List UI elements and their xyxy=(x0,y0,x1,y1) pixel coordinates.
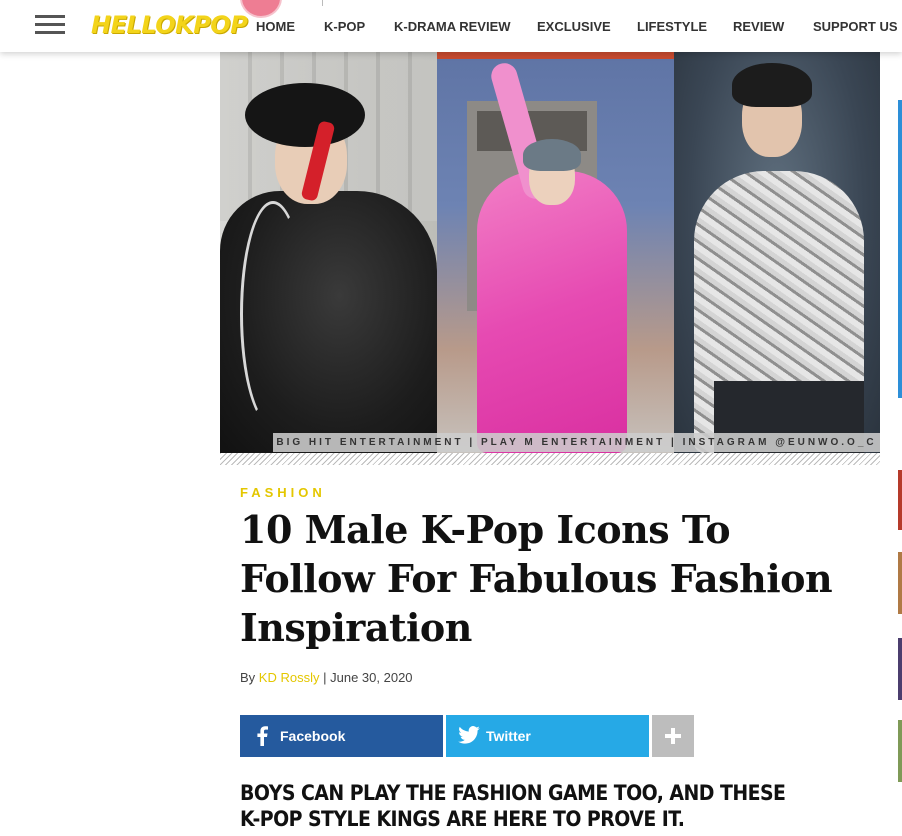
byline: By KD Rossly | June 30, 2020 xyxy=(240,670,413,685)
category-label[interactable]: FASHION xyxy=(240,485,326,500)
facebook-share-button[interactable]: Facebook xyxy=(240,715,443,757)
image-credit: BIG HIT ENTERTAINMENT | PLAY M ENTERTAIN… xyxy=(273,433,880,452)
sidebar-ad[interactable] xyxy=(898,100,902,398)
twitter-share-label: Twitter xyxy=(486,728,531,744)
sidebar-thumbnail[interactable] xyxy=(898,638,902,700)
hero-photo-right xyxy=(674,41,880,453)
site-header: HELLOKPOP HOME K-POP K-DRAMA REVIEW EXCL… xyxy=(0,0,902,52)
divider xyxy=(322,0,323,6)
main-nav: HOME K-POP K-DRAMA REVIEW EXCLUSIVE LIFE… xyxy=(0,19,902,35)
nav-item-lifestyle[interactable]: LIFESTYLE xyxy=(637,19,707,34)
nav-item-exclusive[interactable]: EXCLUSIVE xyxy=(537,19,611,34)
nav-item-support-us[interactable]: SUPPORT US xyxy=(813,19,898,34)
article-lead: BOYS CAN PLAY THE FASHION GAME TOO, AND … xyxy=(240,781,786,831)
byline-prefix: By xyxy=(240,670,256,685)
sidebar-thumbnail[interactable] xyxy=(898,552,902,614)
facebook-share-label: Facebook xyxy=(280,728,346,744)
twitter-icon xyxy=(458,726,480,747)
byline-separator: | xyxy=(323,670,327,685)
twitter-share-button[interactable]: Twitter xyxy=(446,715,649,757)
divider xyxy=(220,453,880,465)
sidebar-thumbnail[interactable] xyxy=(898,720,902,782)
author-link[interactable]: KD Rossly xyxy=(259,670,320,685)
nav-item-kpop[interactable]: K-POP xyxy=(324,19,365,34)
hero-photo-middle xyxy=(437,41,674,453)
hero-photo-left xyxy=(220,41,437,453)
nav-item-review[interactable]: REVIEW xyxy=(733,19,784,34)
facebook-icon xyxy=(256,726,268,749)
nav-item-home[interactable]: HOME xyxy=(256,19,295,34)
nav-item-kdrama-review[interactable]: K-DRAMA REVIEW xyxy=(394,19,511,34)
sidebar-thumbnail[interactable] xyxy=(898,470,902,530)
hero-image xyxy=(220,41,880,453)
more-share-button[interactable] xyxy=(652,715,694,757)
publish-date: June 30, 2020 xyxy=(330,670,413,685)
article-title: 10 Male K-Pop Icons To Follow For Fabulo… xyxy=(240,507,833,650)
